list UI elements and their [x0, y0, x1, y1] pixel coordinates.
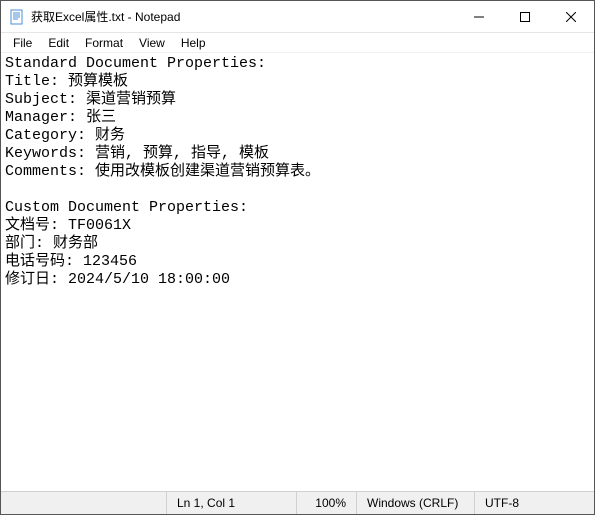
maximize-button[interactable] [502, 1, 548, 32]
window-controls [456, 1, 594, 32]
status-zoom[interactable]: 100% [296, 492, 356, 514]
menu-format[interactable]: Format [77, 35, 131, 51]
minimize-button[interactable] [456, 1, 502, 32]
status-encoding: UTF-8 [474, 492, 594, 514]
menu-view[interactable]: View [131, 35, 173, 51]
status-caret-position: Ln 1, Col 1 [166, 492, 296, 514]
close-button[interactable] [548, 1, 594, 32]
menu-edit[interactable]: Edit [40, 35, 77, 51]
menu-help[interactable]: Help [173, 35, 214, 51]
text-editor[interactable]: Standard Document Properties: Title: 预算模… [1, 53, 594, 491]
titlebar: 获取Excel属性.txt - Notepad [1, 1, 594, 33]
menu-file[interactable]: File [5, 35, 40, 51]
status-empty [1, 492, 166, 514]
window-title: 获取Excel属性.txt - Notepad [31, 8, 180, 25]
status-line-ending: Windows (CRLF) [356, 492, 474, 514]
statusbar: Ln 1, Col 1 100% Windows (CRLF) UTF-8 [1, 491, 594, 514]
menubar: File Edit Format View Help [1, 33, 594, 53]
notepad-icon [9, 9, 25, 25]
